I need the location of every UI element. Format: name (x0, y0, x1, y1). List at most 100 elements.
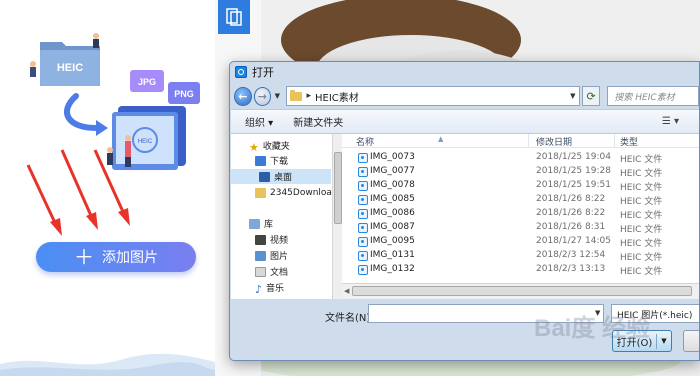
folder-icon (255, 187, 266, 198)
nav-item-desktop[interactable]: 桌面 (231, 169, 331, 184)
heic-file-icon (358, 181, 368, 191)
heic-badge: HEIC (57, 62, 83, 74)
svg-text:JPG: JPG (138, 77, 156, 87)
library-icon (249, 218, 260, 229)
forward-button[interactable]: → (253, 86, 272, 106)
new-folder-button[interactable]: 新建文件夹 (293, 114, 343, 129)
file-row[interactable]: IMG_0085 2018/1/26 8:22 HEIC 文件 (342, 193, 699, 207)
decorative-waves (0, 353, 215, 376)
nav-item-music[interactable]: ♪ 音乐 (255, 280, 285, 296)
nav-scrollbar[interactable] (332, 134, 342, 299)
nav-item-pictures[interactable]: 图片 (255, 248, 288, 263)
rotate-tool-button[interactable] (218, 0, 250, 34)
heic-file-icon (358, 237, 368, 247)
file-row[interactable]: IMG_0095 2018/1/27 14:05 HEIC 文件 (342, 235, 699, 249)
organize-menu[interactable]: 组织 ▾ (245, 114, 273, 129)
heic-file-icon (358, 195, 368, 205)
download-folder-icon (255, 155, 266, 166)
nav-item-downloads[interactable]: 下载 (255, 153, 288, 168)
column-header-type[interactable]: 类型 (620, 135, 638, 148)
column-header-modified[interactable]: 修改日期 (536, 135, 572, 148)
file-date: 2018/1/25 19:51 (536, 180, 611, 190)
file-row[interactable]: IMG_0087 2018/1/26 8:31 HEIC 文件 (342, 221, 699, 235)
file-date: 2018/1/26 8:22 (536, 194, 606, 204)
heic-file-icon (358, 265, 368, 275)
refresh-button[interactable]: ⟳ (581, 86, 601, 106)
file-row[interactable]: IMG_0078 2018/1/25 19:51 HEIC 文件 (342, 179, 699, 193)
nav-item-documents[interactable]: 文档 (255, 264, 288, 279)
video-icon (255, 234, 266, 245)
folder-icon (290, 89, 303, 101)
svg-text:PNG: PNG (174, 89, 194, 99)
file-date: 2018/1/25 19:28 (536, 166, 611, 176)
baidu-watermark: Bai度 经验 (534, 314, 650, 342)
watermark-text: Bai度 经验 (534, 314, 650, 342)
file-row[interactable]: IMG_0077 2018/1/25 19:28 HEIC 文件 (342, 165, 699, 179)
file-name: IMG_0086 (370, 208, 415, 218)
dialog-toolbar: 组织 ▾ 新建文件夹 ☰ ▾ (231, 109, 699, 134)
file-name: IMG_0132 (370, 264, 415, 274)
music-icon: ♪ (255, 282, 263, 296)
app-left-panel: HEIC JPG PNG HEIC ＋ 添加图片 (0, 0, 215, 376)
history-dropdown-icon[interactable]: ▼ (273, 92, 281, 100)
heic-file-icon (358, 223, 368, 233)
nav-item-favorites[interactable]: ★ 收藏夹 (249, 138, 290, 154)
file-type: HEIC 文件 (620, 267, 663, 277)
file-date: 2018/1/25 19:04 (536, 152, 611, 162)
nav-item-label: 图片 (270, 252, 289, 262)
monitor-icon: HEIC (112, 106, 186, 170)
dialog-titlebar[interactable]: 打开 (230, 62, 699, 82)
file-list: 名称 ▲ 修改日期 类型 IMG_0073 2018/1/25 19:04 HEIC… (342, 134, 699, 299)
file-type: HEIC 文件 (620, 225, 663, 235)
chevron-down-icon[interactable]: ▼ (567, 92, 579, 100)
filename-label: 文件名(N): (325, 313, 374, 324)
nav-item-label: 库 (264, 220, 274, 230)
nav-scrollbar-thumb[interactable] (334, 152, 342, 224)
view-options-icon[interactable]: ☰ ▾ (662, 116, 679, 127)
chevron-right-icon[interactable]: ▸ (306, 91, 311, 101)
nav-item-label: 收藏夹 (262, 142, 290, 152)
horizontal-scrollbar-thumb[interactable] (352, 286, 692, 296)
curved-arrow-icon (64, 93, 99, 131)
file-row[interactable]: IMG_0086 2018/1/26 8:22 HEIC 文件 (342, 207, 699, 221)
nav-item-label: 文档 (270, 268, 289, 278)
nav-item-2345downloads[interactable]: 2345Downloads (255, 185, 342, 200)
heic-file-icon (358, 209, 368, 219)
svg-text:HEIC: HEIC (138, 139, 153, 145)
file-type: HEIC 文件 (620, 155, 663, 165)
dialog-title: 打开 (252, 66, 274, 79)
file-name: IMG_0077 (370, 166, 415, 176)
file-date: 2018/2/3 12:54 (536, 250, 606, 260)
horizontal-scrollbar[interactable]: ◀ (342, 283, 699, 299)
file-date: 2018/2/3 13:13 (536, 264, 606, 274)
navigation-pane: ★ 收藏夹 下载 桌面 2345Downloads 库 视频 图片 文档 ♪ 音… (231, 134, 342, 299)
file-row[interactable]: IMG_0132 2018/2/3 13:13 HEIC 文件 (342, 263, 699, 277)
jpg-badge-icon: JPG (130, 70, 164, 92)
file-type: HEIC 文件 (620, 197, 663, 207)
nav-item-label: 音乐 (266, 284, 285, 294)
file-type: HEIC 文件 (620, 211, 663, 221)
png-badge-icon: PNG (168, 82, 200, 104)
file-row[interactable]: IMG_0073 2018/1/25 19:04 HEIC 文件 (342, 151, 699, 165)
file-date: 2018/1/26 8:31 (536, 222, 606, 232)
nav-item-label: 视频 (270, 236, 289, 246)
sort-up-icon: ▲ (438, 135, 444, 143)
document-icon (255, 266, 266, 277)
file-row[interactable]: IMG_0131 2018/2/3 12:54 HEIC 文件 (342, 249, 699, 263)
column-header-name[interactable]: 名称 (356, 135, 374, 148)
add-image-button[interactable]: ＋ 添加图片 (36, 242, 196, 272)
file-list-header: 名称 ▲ 修改日期 类型 (342, 134, 699, 148)
search-input[interactable]: 搜索 HEIC素材 (607, 86, 699, 106)
address-bar[interactable]: ▸ HEIC素材 ▼ (286, 86, 580, 106)
nav-item-videos[interactable]: 视频 (255, 232, 288, 247)
dialog-body: ★ 收藏夹 下载 桌面 2345Downloads 库 视频 图片 文档 ♪ 音… (231, 134, 699, 299)
star-icon: ★ (249, 140, 259, 154)
scroll-left-icon[interactable]: ◀ (344, 287, 349, 295)
heic-file-icon (358, 251, 368, 261)
file-date: 2018/1/26 8:22 (536, 208, 606, 218)
file-date: 2018/1/27 14:05 (536, 236, 611, 246)
file-type: HEIC 文件 (620, 253, 663, 263)
nav-item-libraries[interactable]: 库 (249, 216, 273, 231)
back-button[interactable]: ← (234, 86, 252, 106)
file-type: HEIC 文件 (620, 183, 663, 193)
